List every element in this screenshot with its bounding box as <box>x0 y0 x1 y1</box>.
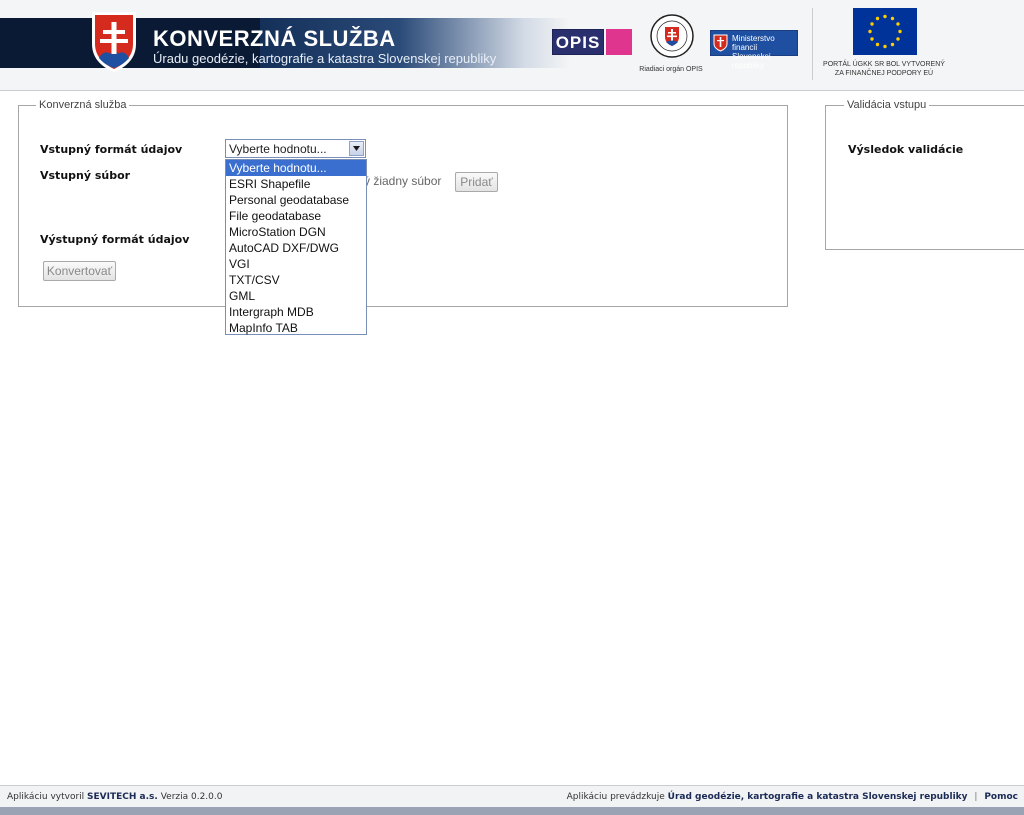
dropdown-option[interactable]: Vyberte hodnotu... <box>226 160 366 176</box>
dropdown-option[interactable]: File geodatabase <box>226 208 366 224</box>
footer-version: Verzia 0.2.0.0 <box>160 792 223 802</box>
dropdown-option[interactable]: AutoCAD DXF/DWG <box>226 240 366 256</box>
eu-star-icon <box>896 22 900 26</box>
dropdown-option[interactable]: MicroStation DGN <box>226 224 366 240</box>
output-format-label: Výstupný formát údajov <box>40 233 190 246</box>
page-footer: Aplikáciu vytvoril SEVITECH a.s. Verzia … <box>0 785 1024 808</box>
eu-star-icon <box>890 42 895 47</box>
managing-authority-seal-icon <box>650 14 694 58</box>
eu-star-icon <box>898 29 902 34</box>
slovak-coat-of-arms-icon <box>92 12 136 72</box>
eu-star-icon <box>883 14 887 19</box>
eu-star-icon <box>868 29 872 34</box>
dropdown-option[interactable]: Personal geodatabase <box>226 192 366 208</box>
conversion-panel-legend: Konverzná služba <box>36 98 130 112</box>
eu-star-icon <box>875 42 880 47</box>
eu-funding-caption: PORTÁL ÚGKK SR BOL VYTVORENÝ ZA FINANČNE… <box>818 60 950 78</box>
ministry-crest-icon <box>713 34 728 52</box>
footer-created-by-prefix: Aplikáciu vytvoril <box>7 792 85 802</box>
help-link[interactable]: Pomoc <box>984 792 1018 802</box>
eu-star-icon <box>890 16 895 21</box>
footer-credits: Aplikáciu vytvoril SEVITECH a.s. Verzia … <box>7 792 223 802</box>
footer-operator: Aplikáciu prevádzkuje Úrad geodézie, kar… <box>567 792 1018 802</box>
opis-logo-accent <box>606 29 632 55</box>
header-divider <box>812 8 813 80</box>
validation-panel-legend: Validácia vstupu <box>844 98 930 112</box>
convert-button[interactable]: Konvertovať <box>43 261 116 281</box>
validation-result-label: Výsledok validácie <box>848 143 964 156</box>
dropdown-option[interactable]: MapInfo TAB <box>226 320 366 336</box>
footer-company: SEVITECH a.s. <box>87 792 158 802</box>
input-validation-panel: Validácia vstupu <box>825 98 1024 250</box>
dropdown-option[interactable]: VGI <box>226 256 366 272</box>
eu-star-icon <box>896 37 900 41</box>
eu-star-icon <box>883 44 887 49</box>
opis-logo: OPIS <box>552 29 604 55</box>
add-file-button[interactable]: Pridať <box>455 172 498 192</box>
input-file-label: Vstupný súbor <box>40 169 131 182</box>
footer-operator-org: Úrad geodézie, kartografie a katastra Sl… <box>667 792 968 802</box>
file-status-text: atý žiadny súbor <box>354 174 442 188</box>
eu-caption-line1: PORTÁL ÚGKK SR BOL VYTVORENÝ <box>823 61 945 68</box>
dropdown-arrow-button[interactable] <box>349 141 364 156</box>
dropdown-option[interactable]: Intergraph MDB <box>226 304 366 320</box>
chevron-down-icon <box>353 146 360 151</box>
app-subtitle: Úradu geodézie, kartografie a katastra S… <box>153 51 497 66</box>
dropdown-option[interactable]: TXT/CSV <box>226 272 366 288</box>
eu-flag-icon <box>853 8 917 55</box>
app-title: KONVERZNÁ SLUŽBA <box>153 26 396 51</box>
seal-caption: Riadiaci orgán OPIS <box>639 66 703 73</box>
eu-caption-line2: ZA FINANČNEJ PODPORY EÚ <box>834 70 934 77</box>
ministry-logo-text: Ministerstvo financií Slovenskej republi… <box>732 34 775 70</box>
eu-star-icon <box>870 22 874 26</box>
eu-star-icon <box>870 37 874 41</box>
footer-bottom-bar <box>0 807 1024 815</box>
conversion-service-panel: Konverzná služba <box>18 98 788 307</box>
input-format-dropdown-list[interactable]: Vyberte hodnotu... ESRI Shapefile Person… <box>225 159 367 335</box>
dropdown-option[interactable]: ESRI Shapefile <box>226 176 366 192</box>
footer-separator: | <box>974 792 978 802</box>
eu-star-icon <box>875 16 880 21</box>
dropdown-option[interactable]: GML <box>226 288 366 304</box>
input-format-label: Vstupný formát údajov <box>40 143 183 156</box>
input-format-select[interactable]: Vyberte hodnotu... <box>225 139 366 158</box>
input-format-select-value: Vyberte hodnotu... <box>229 142 327 156</box>
page-header: KONVERZNÁ SLUŽBA Úradu geodézie, kartogr… <box>0 0 1024 91</box>
footer-operated-by-prefix: Aplikáciu prevádzkuje <box>566 792 665 802</box>
